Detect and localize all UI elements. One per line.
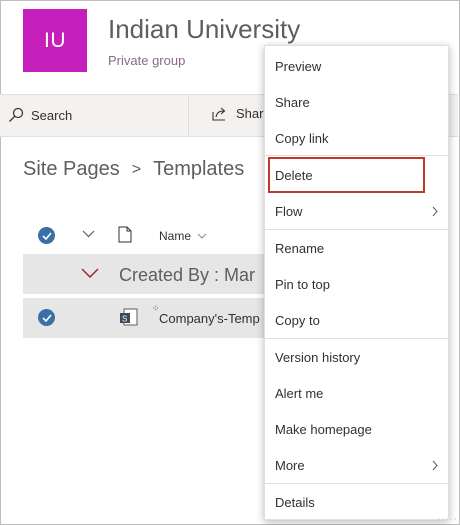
menu-separator — [265, 483, 448, 484]
chevron-right-icon — [432, 460, 438, 471]
row-checkbox[interactable] — [38, 309, 55, 326]
name-column-label: Name — [159, 229, 192, 243]
site-initials: IU — [44, 28, 66, 52]
chevron-right-icon — [432, 206, 438, 217]
menu-item-flow[interactable]: Flow — [265, 194, 448, 228]
command-divider — [188, 95, 189, 136]
menu-item-make-homepage[interactable]: Make homepage — [265, 412, 448, 446]
chevron-down-icon[interactable] — [82, 230, 95, 238]
svg-text:S: S — [122, 315, 127, 324]
site-title[interactable]: Indian University — [108, 14, 300, 45]
search-button[interactable]: Search — [8, 107, 72, 123]
site-privacy-label: Private group — [108, 53, 186, 68]
menu-item-delete[interactable]: Delete — [265, 158, 448, 192]
name-column-header[interactable]: Name — [159, 229, 207, 243]
search-label: Search — [31, 107, 73, 123]
menu-separator — [265, 155, 448, 156]
menu-separator — [265, 229, 448, 230]
search-icon — [9, 107, 24, 122]
resize-grip-icon — [438, 518, 458, 520]
menu-item-pin-to-top[interactable]: Pin to top — [265, 267, 448, 301]
menu-item-alert-me[interactable]: Alert me — [265, 376, 448, 410]
site-logo[interactable]: IU — [23, 9, 87, 72]
group-label: Created By : Mar — [119, 265, 256, 285]
check-icon — [41, 231, 52, 240]
document-icon — [118, 226, 132, 243]
item-name[interactable]: Company's-Temp — [159, 311, 260, 326]
menu-item-details[interactable]: Details — [265, 485, 448, 519]
check-icon — [41, 313, 52, 322]
share-command-button[interactable]: Share — [212, 106, 271, 121]
breadcrumb-templates: Templates — [153, 158, 245, 180]
menu-item-preview[interactable]: Preview — [265, 49, 448, 83]
menu-separator — [265, 338, 448, 339]
chevron-down-icon — [197, 233, 207, 239]
group-collapse-chevron-icon[interactable] — [81, 268, 99, 278]
context-menu: Preview Share Copy link Delete Flow Rena… — [264, 45, 449, 520]
share-icon — [212, 107, 226, 121]
breadcrumb: Site Pages > Templates — [23, 158, 244, 181]
menu-item-copy-link[interactable]: Copy link — [265, 121, 448, 155]
menu-item-share[interactable]: Share — [265, 85, 448, 119]
menu-item-rename[interactable]: Rename — [265, 231, 448, 265]
breadcrumb-site-pages[interactable]: Site Pages — [23, 158, 120, 181]
menu-item-more[interactable]: More — [265, 448, 448, 482]
breadcrumb-separator: > — [131, 160, 142, 178]
select-all-checkbox[interactable] — [38, 227, 55, 244]
menu-item-version-history[interactable]: Version history — [265, 340, 448, 374]
page-file-icon: S — [120, 308, 138, 326]
menu-item-copy-to[interactable]: Copy to — [265, 303, 448, 337]
